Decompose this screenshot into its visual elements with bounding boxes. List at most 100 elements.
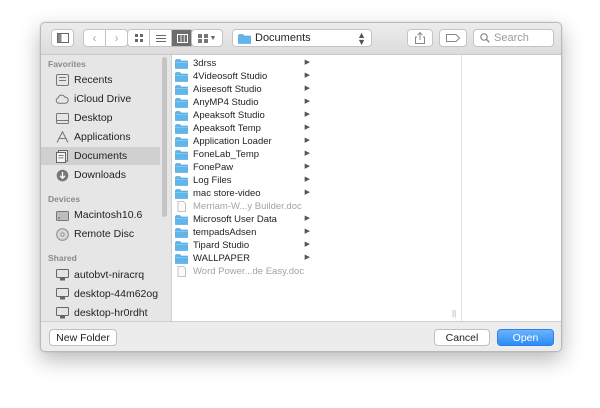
- disclosure-arrow-icon: ▶: [304, 98, 310, 105]
- sidebar-item-label: Remote Disc: [74, 228, 135, 240]
- sidebar: Favorites Recents iCloud Drive Desktop A…: [41, 55, 172, 321]
- empty-column-2: ||: [313, 55, 462, 321]
- column-resize-handle[interactable]: ||: [452, 309, 456, 318]
- sidebar-item-icloud-drive[interactable]: iCloud Drive: [41, 90, 160, 108]
- search-icon: [480, 33, 490, 43]
- sidebar-scrollbar[interactable]: [162, 57, 167, 217]
- desktop-icon: [55, 111, 69, 125]
- folder-row[interactable]: FoneLab_Temp ▶: [172, 148, 313, 161]
- history-nav: ‹ ›: [83, 29, 128, 47]
- folder-row[interactable]: Aiseesoft Studio ▶: [172, 83, 313, 96]
- recents-icon: [55, 73, 69, 87]
- folder-row[interactable]: tempadsAdsen ▶: [172, 226, 313, 239]
- folder-icon: [175, 240, 188, 251]
- file-name-label: Word Power...de Easy.doc: [193, 266, 305, 277]
- chevron-left-icon: ‹: [92, 31, 97, 45]
- toolbar: ‹ › ▼ Documents ▲ ▼ Search: [41, 23, 561, 55]
- sidebar-item-applications[interactable]: Applications: [41, 128, 160, 146]
- sidebar-item-shared-3[interactable]: desktop-hr0rdht: [41, 304, 160, 321]
- path-popup[interactable]: Documents ▲ ▼: [232, 29, 372, 47]
- folder-row[interactable]: WALLPAPER ▶: [172, 252, 313, 265]
- view-mode-selector: [127, 29, 194, 47]
- folder-row[interactable]: Apeaksoft Studio ▶: [172, 109, 313, 122]
- folder-row[interactable]: 3drss ▶: [172, 57, 313, 70]
- sidebar-item-desktop[interactable]: Desktop: [41, 109, 160, 127]
- forward-button[interactable]: ›: [106, 30, 127, 46]
- sidebar-icon: [56, 33, 69, 43]
- path-folder-label: Documents: [255, 32, 311, 44]
- columns-icon: [177, 33, 188, 43]
- share-button[interactable]: [407, 29, 433, 47]
- sidebar-toggle-button[interactable]: [51, 29, 74, 47]
- sidebar-item-label: Desktop: [74, 112, 113, 124]
- folder-row[interactable]: Tipard Studio ▶: [172, 239, 313, 252]
- folder-row[interactable]: 4Videosoft Studio ▶: [172, 70, 313, 83]
- sidebar-item-documents[interactable]: Documents: [41, 147, 160, 165]
- back-button[interactable]: ‹: [84, 30, 106, 46]
- list-view-button[interactable]: [150, 30, 172, 46]
- file-name-label: 3drss: [193, 58, 217, 69]
- folder-icon: [175, 71, 188, 82]
- file-name-label: Aiseesoft Studio: [193, 84, 262, 95]
- cloud-icon: [55, 92, 69, 106]
- disclosure-arrow-icon: ▶: [304, 150, 310, 157]
- folder-row[interactable]: Log Files ▶: [172, 174, 313, 187]
- search-field[interactable]: Search: [473, 29, 554, 47]
- arrange-menu-button[interactable]: ▼: [191, 29, 223, 47]
- file-name-label: FonePaw: [193, 162, 234, 173]
- column-view-button[interactable]: [172, 30, 193, 46]
- computer-icon: [55, 287, 69, 301]
- disclosure-arrow-icon: ▶: [304, 241, 310, 248]
- folder-icon: [175, 188, 188, 199]
- file-name-label: 4Videosoft Studio: [193, 71, 268, 82]
- applications-icon: [55, 130, 69, 144]
- tags-button[interactable]: [439, 29, 467, 47]
- document-icon: [175, 201, 188, 212]
- open-button[interactable]: Open: [497, 329, 554, 346]
- sidebar-item-label: autobvt-niracrq: [74, 269, 145, 281]
- sidebar-item-recents[interactable]: Recents: [41, 71, 160, 89]
- new-folder-button[interactable]: New Folder: [49, 329, 117, 346]
- folder-row[interactable]: Apeaksoft Temp ▶: [172, 122, 313, 135]
- devices-header: Devices: [48, 194, 81, 204]
- sidebar-item-shared-2[interactable]: desktop-44m62og: [41, 285, 160, 303]
- disc-icon: [55, 227, 69, 241]
- disclosure-arrow-icon: ▶: [304, 215, 310, 222]
- file-name-label: Apeaksoft Temp: [193, 123, 261, 134]
- file-name-label: Application Loader: [193, 136, 272, 147]
- folder-row[interactable]: Application Loader ▶: [172, 135, 313, 148]
- file-row[interactable]: Merriam-W...y Builder.doc: [172, 200, 313, 213]
- sidebar-item-remote-disc[interactable]: Remote Disc: [41, 225, 160, 243]
- sidebar-item-shared-1[interactable]: autobvt-niracrq: [41, 266, 160, 284]
- documents-icon: [55, 149, 69, 163]
- sidebar-item-label: iCloud Drive: [74, 93, 132, 105]
- disclosure-arrow-icon: ▶: [304, 163, 310, 170]
- bottom-bar: New Folder Cancel Open: [41, 321, 561, 351]
- disclosure-arrow-icon: ▶: [304, 189, 310, 196]
- folder-row[interactable]: Microsoft User Data ▶: [172, 213, 313, 226]
- folder-icon: [175, 253, 188, 264]
- cancel-button[interactable]: Cancel: [434, 329, 490, 346]
- sidebar-item-downloads[interactable]: Downloads: [41, 166, 160, 184]
- file-name-label: mac store-video: [193, 188, 261, 199]
- sidebar-item-label: Documents: [74, 150, 128, 162]
- folder-row[interactable]: AnyMP4 Studio ▶: [172, 96, 313, 109]
- folder-icon: [175, 110, 188, 121]
- folder-icon: [175, 214, 188, 225]
- file-row[interactable]: Word Power...de Easy.doc: [172, 265, 313, 278]
- sidebar-item-label: desktop-44m62og: [74, 288, 159, 300]
- chevron-down-icon: ▼: [209, 34, 217, 42]
- tag-icon: [446, 34, 460, 42]
- computer-icon: [55, 268, 69, 282]
- updown-chevron-icon: ▲ ▼: [357, 30, 366, 47]
- disclosure-arrow-icon: ▶: [304, 124, 310, 131]
- folder-row[interactable]: FonePaw ▶: [172, 161, 313, 174]
- icon-view-button[interactable]: [128, 30, 150, 46]
- file-name-label: Microsoft User Data: [193, 214, 277, 225]
- sidebar-item-macintosh[interactable]: Macintosh10.6: [41, 206, 160, 224]
- sidebar-item-label: Downloads: [74, 169, 126, 181]
- disclosure-arrow-icon: ▶: [304, 176, 310, 183]
- file-name-label: AnyMP4 Studio: [193, 97, 259, 108]
- folder-row[interactable]: mac store-video ▶: [172, 187, 313, 200]
- file-name-label: Log Files: [193, 175, 232, 186]
